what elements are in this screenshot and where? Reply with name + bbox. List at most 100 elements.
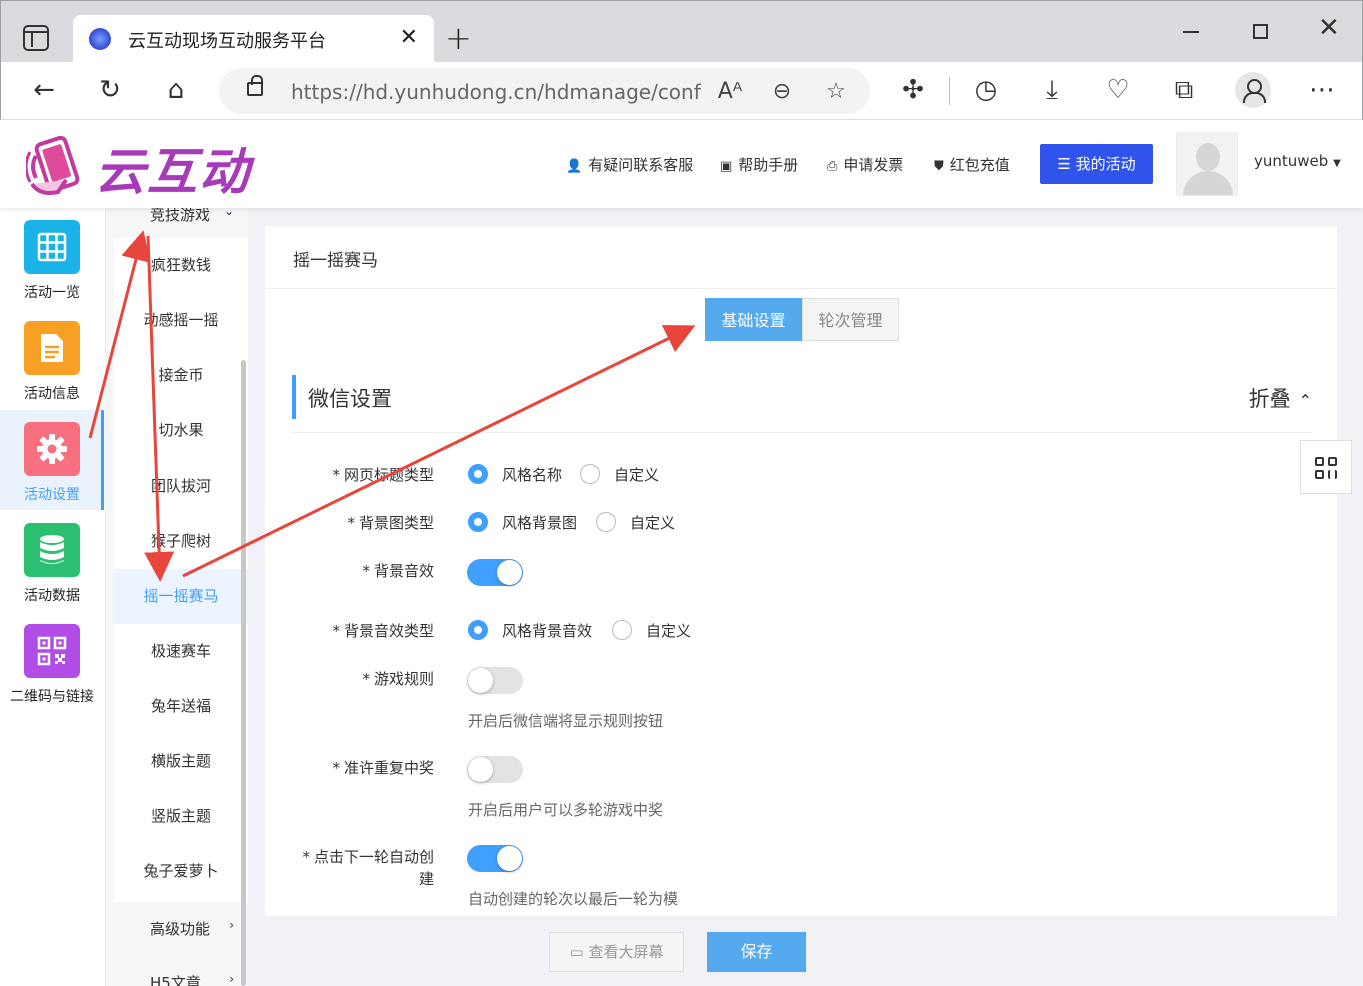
window-maximize-icon[interactable] [1253,24,1268,39]
submenu-group-h5[interactable]: H5文章 › [106,972,248,986]
radio-custom[interactable] [612,620,632,640]
submenu-item[interactable]: 猴子爬树 [114,514,248,569]
radio-label[interactable]: 自定义 [630,512,675,533]
tab-actions-icon[interactable] [23,25,49,51]
back-arrow-icon[interactable]: ← [27,75,61,105]
site-header: 云互动 👤 有疑问联系客服 ▣ 帮助手册 ⎙ 申请发票 ⛊ 红包充值 ☰ 我的活动 yu… [0,120,1363,208]
sidebar-item-activity-info[interactable]: 活动信息 [0,309,104,409]
submenu-item[interactable]: 切水果 [114,403,248,458]
floating-qrcode-button[interactable] [1300,440,1352,494]
submenu-item[interactable]: 横版主题 [114,734,248,789]
submenu-item-active[interactable]: 摇一摇赛马 [114,569,248,624]
logo-phone-icon [26,135,80,195]
username-dropdown[interactable]: yuntuweb ▼ [1254,152,1341,170]
toggle-knob [468,668,493,693]
nav-invoice[interactable]: ⎙ 申请发票 [827,154,903,175]
tab-close-icon[interactable]: ✕ [400,25,418,50]
submenu-item[interactable]: 极速赛车 [114,624,248,679]
nav-red-packet-recharge[interactable]: ⛊ 红包充值 [934,154,1010,175]
lock-icon[interactable] [247,75,263,96]
radio-style-name[interactable] [468,464,488,484]
shield-check-icon: ⛊ [934,159,944,174]
refresh-icon[interactable]: ↻ [93,75,127,105]
view-big-screen-button[interactable]: ▭ 查看大屏幕 [549,932,684,972]
submenu-item[interactable]: 团队拔河 [114,459,248,514]
submenu-item[interactable]: 兔年送福 [114,679,248,734]
form-label-bg-sound: * 背景音效 [362,562,434,580]
toolbar-separator [949,77,950,105]
bg-sound-toggle[interactable] [467,559,523,586]
submenu-item[interactable]: 接金币 [114,348,248,403]
sidebar-item-label: 活动设置 [24,487,80,503]
zoom-out-icon[interactable]: ⊖ [767,79,797,104]
radio-label[interactable]: 风格名称 [502,464,562,485]
browser-tab[interactable]: 云互动现场互动服务平台 ✕ [73,15,434,63]
monitor-icon: ▭ [569,943,589,961]
window-close-icon[interactable]: ✕ [1318,13,1340,43]
help-text: 自动创建的轮次以最后一轮为模 [468,890,679,908]
game-rules-toggle[interactable] [467,667,523,694]
performance-icon[interactable]: ♡ [1101,75,1135,105]
main-card: 摇一摇赛马 基础设置 轮次管理 微信设置 折叠 ⌃ * 网页标题类型 风格名称 自定… [265,226,1337,916]
icon-sidebar: 活动一览 活动信息 活动设置 活动数据 二维码与链接 [0,208,106,986]
new-tab-icon[interactable]: + [445,19,472,57]
toggle-knob [497,560,522,585]
read-aloud-icon[interactable]: Aᴬ [715,79,745,104]
sidebar-item-label: 二维码与链接 [10,689,94,705]
my-activity-button[interactable]: ☰ 我的活动 [1040,144,1153,184]
logo-text[interactable]: 云互动 [95,132,251,204]
document-icon [24,321,80,375]
auto-create-toggle[interactable] [467,845,523,872]
list-icon: ☰ [1057,155,1076,173]
radio-style-bg-sound[interactable] [468,620,488,640]
submenu-item[interactable]: 兔子爱萝卜 [114,844,248,899]
tab-round-management[interactable]: 轮次管理 [802,298,899,341]
radio-label[interactable]: 风格背景图 [502,512,577,533]
chevron-down-icon: ⌄ [223,208,234,218]
save-button[interactable]: 保存 [707,932,806,972]
tab-basic-settings[interactable]: 基础设置 [705,298,802,341]
url-text[interactable]: https://hd.yunhudong.cn/hdmanage/confi..… [291,80,701,104]
toggle-knob [497,846,522,871]
submenu-group-advanced[interactable]: 高级功能 › [106,918,248,939]
radio-label[interactable]: 风格背景音效 [502,620,592,641]
download-icon[interactable]: ⤓ [1035,75,1069,105]
allow-repeat-toggle[interactable] [467,756,523,783]
submenu-item[interactable]: 疯狂数钱 [114,238,248,293]
sidebar-item-activity-list[interactable]: 活动一览 [0,208,104,308]
browser-toolbar: ← ↻ ⌂ https://hd.yunhudong.cn/hdmanage/c… [0,62,1363,120]
sidebar-item-activity-data[interactable]: 活动数据 [0,511,104,611]
history-icon[interactable]: ◷ [969,75,1003,105]
database-icon [24,523,80,577]
form-label-bg-sound-type: * 背景音效类型 [332,622,434,640]
radio-label[interactable]: 自定义 [614,464,659,485]
more-menu-icon[interactable]: ⋯ [1305,75,1339,105]
section-accent-bar [292,375,296,419]
submenu-item[interactable]: 动感摇一摇 [114,293,248,348]
window-minimize-icon[interactable] [1183,31,1199,33]
submenu-group-competitive-games[interactable]: 竞技游戏 ⌄ [106,208,248,225]
form-label-auto-create: * 点击下一轮自动创建 [302,848,434,888]
browser-tabbar: 云互动现场互动服务平台 ✕ + ✕ [0,0,1363,63]
nav-help-manual[interactable]: ▣ 帮助手册 [720,154,798,175]
grid-icon [24,220,80,274]
favorite-add-icon[interactable]: ☆ [821,79,851,104]
collections-icon[interactable]: ⧉ [1167,75,1201,105]
submenu-scrollbar[interactable] [241,360,246,986]
radio-label[interactable]: 自定义 [646,620,691,641]
submenu-item[interactable]: 竖版主题 [114,789,248,844]
radio-style-bg-image[interactable] [468,512,488,532]
nav-contact-support[interactable]: 👤 有疑问联系客服 [566,154,693,175]
profile-icon[interactable] [1235,72,1271,108]
collapse-button[interactable]: 折叠 ⌃ [1249,383,1312,413]
sidebar-item-qrcode-links[interactable]: 二维码与链接 [0,612,104,712]
chevron-right-icon: › [229,972,234,986]
radio-custom[interactable] [580,464,600,484]
submenu-list: 疯狂数钱 动感摇一摇 接金币 切水果 团队拔河 猴子爬树 摇一摇赛马 极速赛车 … [114,238,248,902]
avatar[interactable] [1176,132,1238,196]
sidebar-item-activity-settings[interactable]: 活动设置 [0,410,104,510]
address-bar[interactable]: https://hd.yunhudong.cn/hdmanage/confi..… [219,68,870,114]
extensions-icon[interactable]: ✣ [896,75,930,105]
radio-custom[interactable] [596,512,616,532]
home-icon[interactable]: ⌂ [159,75,193,105]
